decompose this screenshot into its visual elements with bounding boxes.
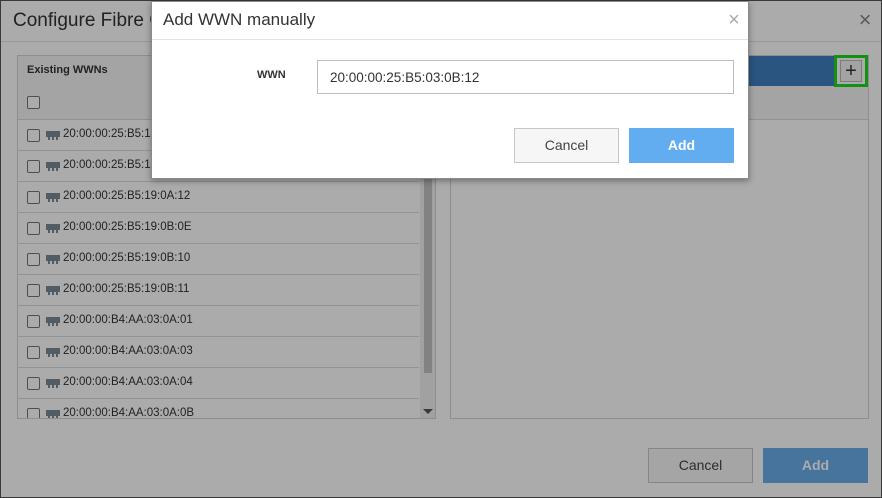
add-wwn-modal: Add WWN manually × WWN Cancel Add xyxy=(151,1,749,179)
modal-header: Add WWN manually × xyxy=(152,2,748,40)
cancel-button[interactable]: Cancel xyxy=(514,128,619,163)
close-icon[interactable]: × xyxy=(724,10,744,30)
modal-title: Add WWN manually xyxy=(163,10,316,29)
wwn-input[interactable] xyxy=(317,60,734,94)
add-button[interactable]: Add xyxy=(629,128,734,163)
wwn-label: WWN xyxy=(257,69,286,81)
